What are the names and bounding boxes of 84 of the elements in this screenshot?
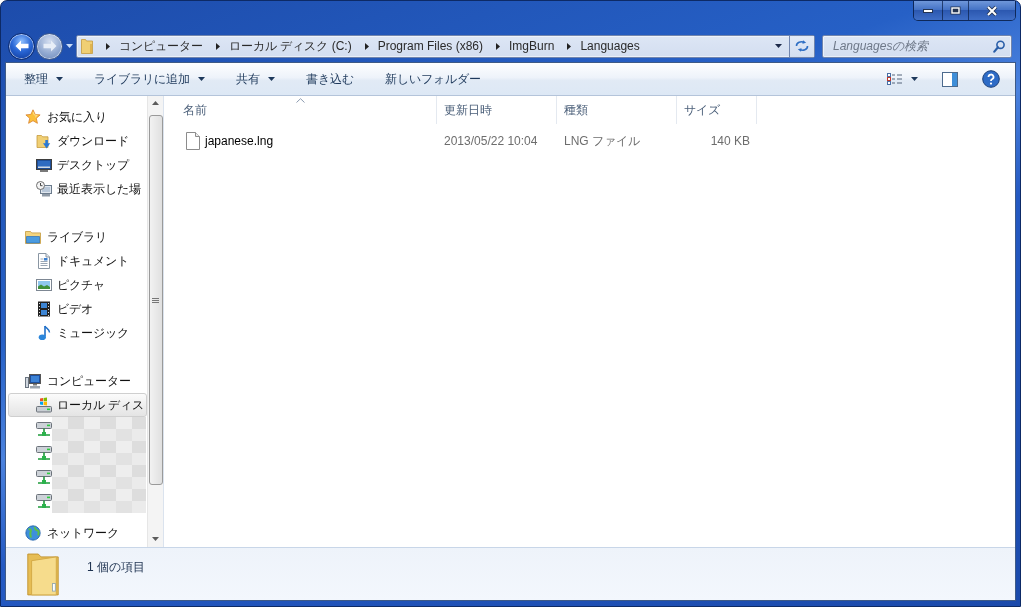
star-icon: [25, 109, 41, 125]
chevron-icon[interactable]: [496, 42, 501, 50]
caret-icon: [268, 77, 275, 81]
folder-icon: [24, 551, 62, 597]
scroll-down-arrow-icon[interactable]: [152, 537, 159, 541]
caret-icon: [911, 77, 918, 81]
caret-icon[interactable]: [775, 44, 782, 48]
arrow-left-icon: [14, 40, 29, 52]
nav-item[interactable]: ネットワーク: [8, 521, 147, 545]
globe-icon: [25, 525, 41, 541]
nav-item[interactable]: ビデオ: [8, 297, 147, 321]
nav-item[interactable]: ミュージック: [8, 321, 147, 345]
caret-icon: [198, 77, 205, 81]
network-drive-icon: [36, 493, 52, 509]
clock-screen-icon: [36, 181, 52, 197]
column-header[interactable]: 名前: [164, 96, 437, 124]
nav-item[interactable]: ライブラリ: [8, 225, 147, 249]
breadcrumb[interactable]: コンピューター: [119, 37, 203, 55]
caret-icon[interactable]: [66, 44, 73, 48]
column-header[interactable]: 更新日時: [437, 96, 557, 124]
file-detail: 2013/05/22 10:04: [444, 134, 538, 148]
preview-pane-icon[interactable]: [942, 71, 958, 87]
search-icon[interactable]: [993, 39, 1005, 53]
breadcrumb[interactable]: Program Files (x86): [377, 39, 484, 53]
nav-item[interactable]: デスクトップ: [8, 153, 147, 177]
command-button[interactable]: 共有: [226, 67, 285, 91]
film-strip-icon: [36, 301, 52, 317]
column-header[interactable]: 種類: [557, 96, 677, 124]
search-field[interactable]: Languagesの検索: [822, 34, 1012, 58]
scroll-up-arrow-icon[interactable]: [152, 101, 159, 105]
monitor-icon: [36, 157, 52, 173]
nav-item[interactable]: コンピューター: [8, 369, 147, 393]
help-icon[interactable]: [982, 70, 1000, 88]
refresh-button[interactable]: [789, 35, 814, 57]
file-detail: LNG ファイル: [564, 132, 640, 150]
column-header[interactable]: サイズ: [677, 96, 757, 124]
nav-item[interactable]: ローカル ディス: [8, 393, 147, 417]
command-button[interactable]: 書き込む: [296, 67, 364, 91]
maximize-button[interactable]: [942, 1, 968, 20]
nav-item[interactable]: ピクチャ: [8, 273, 147, 297]
nav-item[interactable]: お気に入り: [8, 105, 147, 129]
nav-item[interactable]: ドキュメント: [8, 249, 147, 273]
item-count: 1 個の項目: [87, 559, 145, 576]
address-bar[interactable]: コンピューター ローカル ディスク (C:) Program Files (x86) ImgBurn Languages: [76, 34, 815, 58]
forward-button[interactable]: [36, 32, 63, 60]
network-drive-icon: [36, 445, 52, 461]
nav-item[interactable]: ダウンロード: [8, 129, 147, 153]
minimize-button[interactable]: [914, 1, 942, 20]
arrow-right-icon: [42, 40, 57, 52]
caret-icon: [56, 77, 63, 81]
command-button[interactable]: ライブラリに追加: [84, 67, 215, 91]
nav-item[interactable]: 最近表示した場: [8, 177, 147, 201]
computer-icon: [25, 373, 41, 389]
list-view-icon: [887, 73, 902, 85]
close-button[interactable]: [968, 1, 1015, 20]
landscape-picture-icon: [36, 277, 52, 293]
close-icon: [985, 4, 999, 17]
chevron-icon[interactable]: [216, 42, 220, 50]
command-button[interactable]: 新しいフォルダー: [375, 67, 491, 91]
document-icon: [36, 253, 52, 269]
chevron-icon[interactable]: [567, 42, 572, 50]
back-button[interactable]: [8, 32, 35, 60]
library-folder-icon: [25, 229, 41, 245]
breadcrumb[interactable]: ローカル ディスク (C:): [229, 37, 352, 55]
file-icon: [186, 132, 200, 150]
maximize-icon: [950, 6, 961, 15]
file-name[interactable]: japanese.lng: [205, 134, 274, 148]
breadcrumb[interactable]: Languages: [580, 39, 640, 53]
chevron-icon[interactable]: [364, 42, 369, 50]
music-note-icon: [36, 325, 52, 341]
view-options-button[interactable]: [887, 73, 918, 85]
minimize-icon: [923, 8, 933, 13]
network-drive-icon: [36, 469, 52, 485]
command-button[interactable]: 整理: [14, 67, 73, 91]
network-drive-icon: [36, 421, 52, 437]
folder-icon: [81, 38, 93, 54]
breadcrumb[interactable]: ImgBurn: [509, 39, 555, 53]
file-detail: 140 KB: [710, 134, 750, 148]
download-folder-icon: [36, 133, 52, 149]
chevron-icon[interactable]: [106, 42, 110, 50]
refresh-icon: [795, 40, 809, 52]
scrollbar-thumb[interactable]: [148, 115, 163, 485]
grip-icon: [152, 297, 159, 303]
drive-icon: [36, 397, 52, 413]
